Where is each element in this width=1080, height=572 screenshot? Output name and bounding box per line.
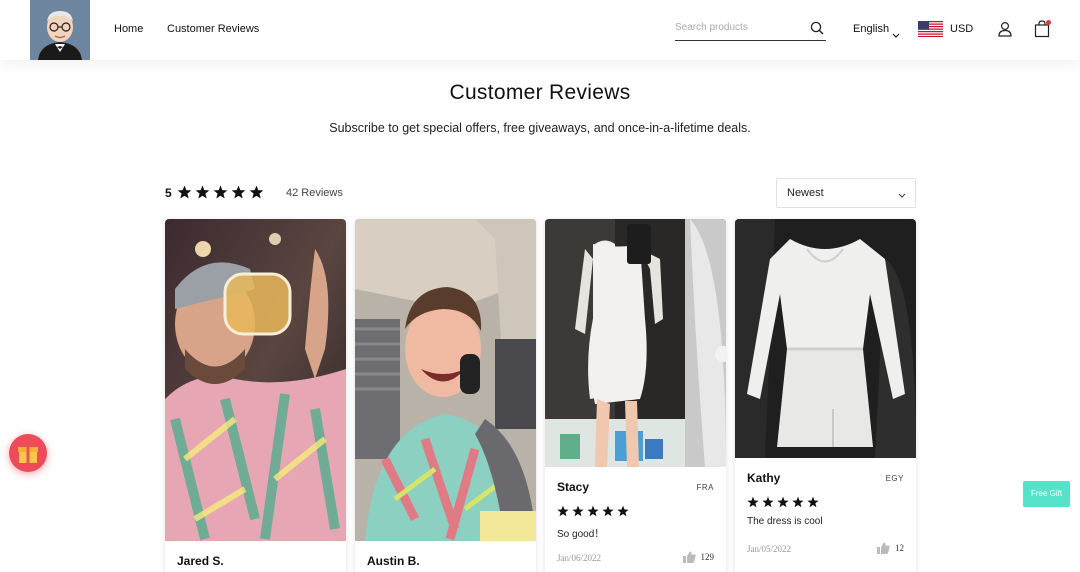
reviewer-name: Jared S. xyxy=(177,554,224,568)
star-icon xyxy=(617,505,629,517)
site-header: Home Customer Reviews English USD xyxy=(0,0,1080,60)
star-icon xyxy=(195,185,210,199)
review-text: So good！ xyxy=(557,529,605,540)
like-count: 12 xyxy=(895,543,904,553)
sort-selected-value: Newest xyxy=(787,187,824,199)
nav-home-link[interactable]: Home xyxy=(114,23,143,35)
star-icon xyxy=(792,496,804,508)
summary-star-rating xyxy=(177,185,264,199)
review-card[interactable]: Jared S. xyxy=(165,219,346,572)
review-photo[interactable] xyxy=(355,219,536,541)
like-button[interactable]: 129 xyxy=(682,551,715,563)
page-subtitle: Subscribe to get special offers, free gi… xyxy=(329,121,751,135)
review-star-rating xyxy=(747,496,819,508)
reviewer-name: Austin B. xyxy=(367,554,420,568)
star-icon xyxy=(231,185,246,199)
review-photo[interactable] xyxy=(735,219,916,458)
review-photo[interactable] xyxy=(545,219,726,467)
language-selector[interactable]: English xyxy=(853,23,889,35)
review-count: 42 Reviews xyxy=(286,187,343,199)
thumbs-up-icon xyxy=(877,542,890,554)
review-date: Jan/05/2022 xyxy=(747,544,791,554)
reviewer-name: Stacy xyxy=(557,480,590,494)
floating-gift-button[interactable] xyxy=(9,434,47,472)
gift-box-icon xyxy=(18,443,38,463)
nav-customer-reviews-link[interactable]: Customer Reviews xyxy=(167,23,259,35)
review-card[interactable]: Stacy FRA So good！ Jan/06/2022 129 xyxy=(545,219,726,572)
chevron-down-icon xyxy=(898,190,906,202)
search-icon[interactable] xyxy=(810,21,824,40)
star-icon xyxy=(777,496,789,508)
review-star-rating xyxy=(557,505,629,517)
review-card[interactable]: Austin B. xyxy=(355,219,536,572)
cart-notification-dot xyxy=(1046,20,1051,25)
like-count: 129 xyxy=(700,552,715,562)
currency-selector[interactable]: USD xyxy=(950,23,973,35)
user-account-icon[interactable] xyxy=(997,21,1013,42)
sort-dropdown[interactable]: Newest xyxy=(776,178,916,208)
review-text: The dress is cool xyxy=(747,516,823,527)
cartoon-avatar-image xyxy=(30,0,90,60)
free-gift-button[interactable]: Free Gift xyxy=(1023,481,1070,507)
reviewer-name: Kathy xyxy=(747,471,781,485)
star-icon xyxy=(177,185,192,199)
page-title: Customer Reviews xyxy=(449,81,631,104)
average-score: 5 xyxy=(165,186,172,200)
review-photo[interactable] xyxy=(165,219,346,541)
review-date: Jan/06/2022 xyxy=(557,553,601,563)
star-icon xyxy=(249,185,264,199)
review-card[interactable]: Kathy EGY The dress is cool Jan/05/2022 … xyxy=(735,219,916,572)
thumbs-up-icon xyxy=(682,551,696,563)
us-flag-icon[interactable] xyxy=(918,21,943,37)
reviewer-country: FRA xyxy=(696,483,714,492)
star-icon xyxy=(762,496,774,508)
star-icon xyxy=(572,505,584,517)
star-icon xyxy=(602,505,614,517)
search-input[interactable] xyxy=(675,22,800,33)
chevron-down-icon xyxy=(892,26,900,44)
star-icon xyxy=(213,185,228,199)
star-icon xyxy=(557,505,569,517)
search-bar xyxy=(675,18,826,41)
star-icon xyxy=(587,505,599,517)
like-button[interactable]: 12 xyxy=(877,542,904,554)
reviewer-country: EGY xyxy=(885,474,904,483)
star-icon xyxy=(807,496,819,508)
logo-avatar[interactable] xyxy=(30,0,90,60)
star-icon xyxy=(747,496,759,508)
